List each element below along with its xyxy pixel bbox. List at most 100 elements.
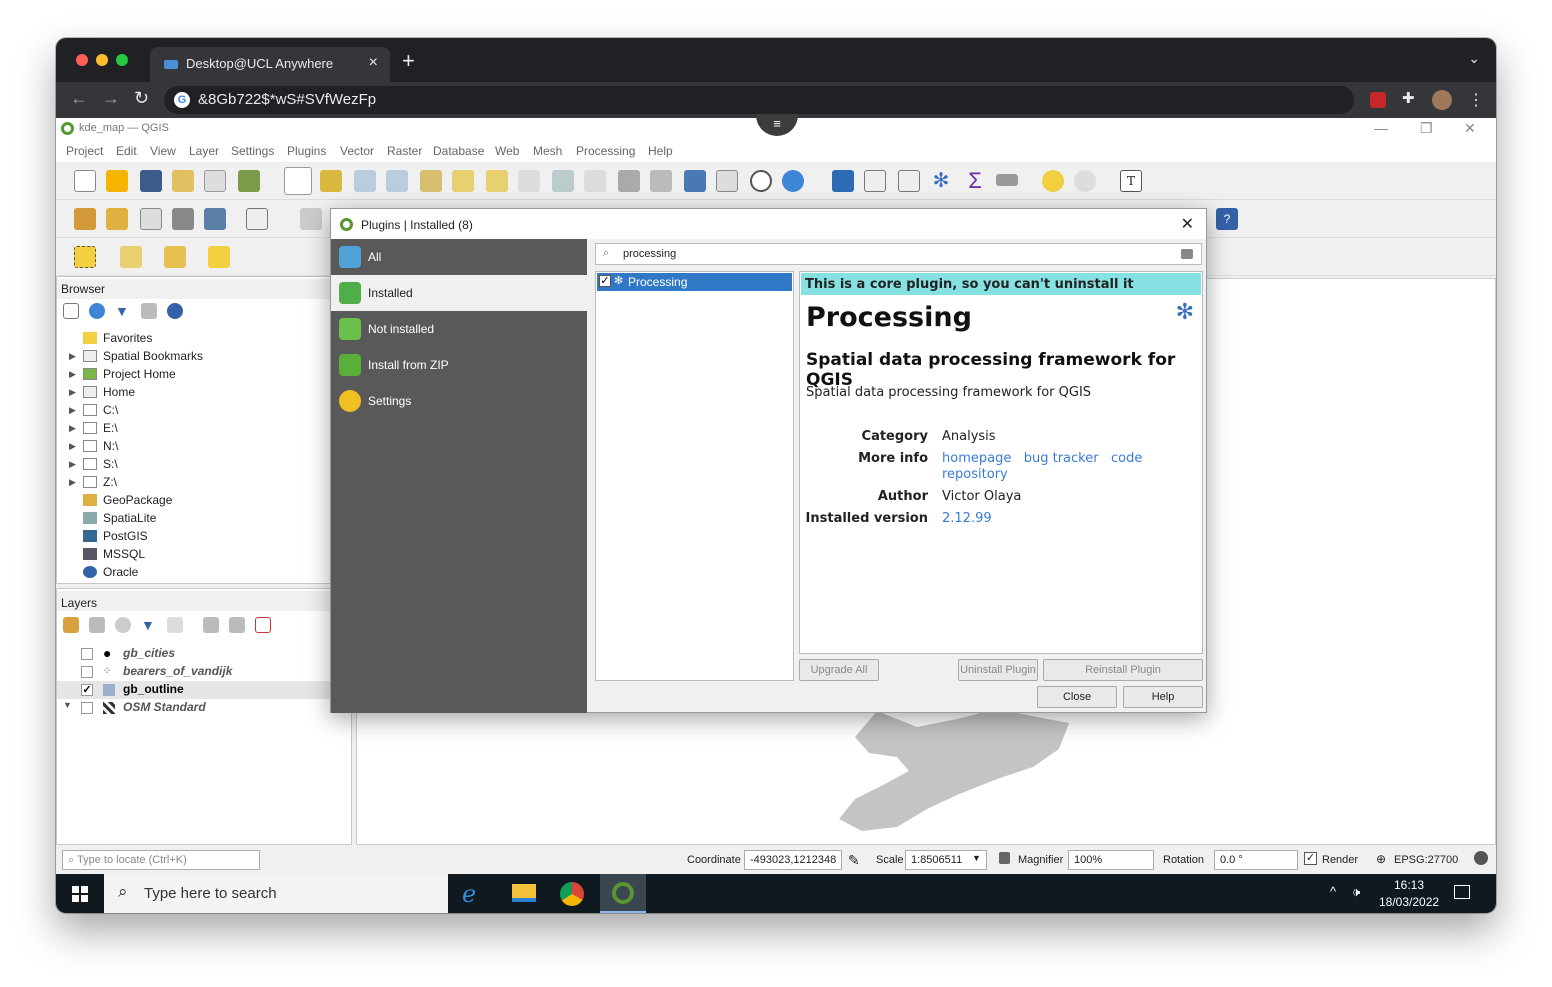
add-group-icon[interactable] (89, 617, 105, 633)
menu-plugins[interactable]: Plugins (287, 144, 326, 158)
qgis-taskbar-button[interactable] (600, 874, 646, 913)
bug-tracker-link[interactable]: bug tracker (1024, 451, 1099, 466)
select-by-location-icon[interactable] (208, 246, 230, 268)
browser-item-z-drive[interactable]: ▶ Z:\ (69, 473, 203, 491)
layer-visibility-checkbox[interactable] (81, 702, 93, 714)
show-hidden-icons-icon[interactable]: ^ (1330, 884, 1336, 899)
back-arrow-icon[interactable]: ← (70, 88, 88, 109)
browser-tab[interactable]: Desktop@UCL Anywhere × (150, 47, 390, 82)
menu-raster[interactable]: Raster (387, 144, 422, 158)
locator-icon[interactable] (1074, 170, 1096, 192)
new-tab-icon[interactable]: + (402, 48, 415, 74)
minimize-icon[interactable]: — (1374, 120, 1388, 136)
reinstall-plugin-button[interactable]: Reinstall Plugin (1043, 659, 1203, 681)
identify-features-icon[interactable] (832, 170, 854, 192)
statistical-summary-icon[interactable]: Σ (964, 170, 986, 192)
manage-visibility-icon[interactable] (115, 617, 131, 633)
browser-item-c-drive[interactable]: ▶ C:\ (69, 401, 203, 419)
address-bar[interactable]: G &8Gb722$*wS#SVfWezFp (164, 86, 1354, 114)
new-print-layout-icon[interactable] (172, 170, 194, 192)
sidebar-item-settings[interactable]: Settings (331, 383, 587, 419)
pan-map-icon[interactable] (284, 167, 312, 195)
new-map-view-icon[interactable] (618, 170, 640, 192)
new-bookmark-icon[interactable] (684, 170, 706, 192)
expand-arrow-icon[interactable]: ▶ (69, 365, 76, 383)
filter-browser-icon[interactable]: ▼ (115, 303, 131, 319)
plugin-list-item-processing[interactable]: ✓ ✻ Processing (597, 273, 792, 291)
open-project-icon[interactable] (106, 170, 128, 192)
menu-mesh[interactable]: Mesh (533, 144, 562, 158)
collapse-arrow-icon[interactable]: ▼ (63, 700, 72, 710)
homepage-link[interactable]: homepage (942, 451, 1011, 466)
expand-arrow-icon[interactable]: ▶ (69, 437, 76, 455)
profile-avatar[interactable] (1432, 90, 1452, 110)
close-window-dot[interactable] (76, 54, 88, 66)
remove-layer-icon[interactable] (255, 617, 271, 633)
reload-icon[interactable]: ↻ (134, 88, 149, 109)
expand-arrow-icon[interactable]: ▶ (69, 419, 76, 437)
zoom-to-selection-icon[interactable] (452, 170, 474, 192)
tab-search-chevron-icon[interactable]: ⌄ (1468, 50, 1480, 67)
zoom-next-icon[interactable] (584, 170, 606, 192)
menu-web[interactable]: Web (495, 144, 519, 158)
layout-manager-icon[interactable] (204, 170, 226, 192)
browser-item-n-drive[interactable]: ▶ N:\ (69, 437, 203, 455)
messages-icon[interactable] (1474, 851, 1488, 865)
render-checkbox[interactable]: ✓ (1304, 852, 1317, 865)
new-geopackage-layer-icon[interactable] (106, 208, 128, 230)
zoom-out-icon[interactable] (386, 170, 408, 192)
internet-explorer-icon[interactable]: e (462, 880, 476, 908)
new-project-icon[interactable] (74, 170, 96, 192)
browser-item-geopackage[interactable]: GeoPackage (83, 491, 203, 509)
digitize-icon[interactable] (300, 208, 322, 230)
chrome-menu-icon[interactable]: ⋮ (1468, 90, 1484, 110)
clear-search-icon[interactable] (1181, 249, 1193, 259)
refresh-icon[interactable] (782, 170, 804, 192)
filter-expression-icon[interactable] (167, 617, 183, 633)
restore-icon[interactable]: ❐ (1420, 120, 1433, 137)
layer-visibility-checkbox[interactable]: ✓ (81, 684, 93, 696)
browser-item-postgis[interactable]: PostGIS (83, 527, 203, 545)
menu-project[interactable]: Project (66, 144, 103, 158)
zoom-to-layer-icon[interactable] (486, 170, 508, 192)
browser-item-project-home[interactable]: ▶ Project Home (69, 365, 203, 383)
windows-start-icon[interactable] (72, 886, 88, 902)
sidebar-item-all[interactable]: All (331, 239, 587, 275)
sidebar-item-installed[interactable]: Installed (331, 275, 587, 311)
browser-item-mssql[interactable]: MSSQL (83, 545, 203, 563)
processing-toolbox-icon[interactable]: ✻ (930, 170, 952, 192)
help-contents-icon[interactable]: ? (1216, 208, 1238, 230)
menu-help[interactable]: Help (648, 144, 673, 158)
file-explorer-icon[interactable] (512, 884, 536, 902)
expand-arrow-icon[interactable]: ▶ (69, 401, 76, 419)
plugin-search-field[interactable]: ⌕ processing (595, 243, 1202, 265)
zoom-last-icon[interactable] (552, 170, 574, 192)
layer-row-gb-cities[interactable]: ● gb_cities (57, 645, 351, 663)
help-button[interactable]: Help (1123, 686, 1203, 708)
measure-line-icon[interactable] (996, 174, 1018, 186)
upgrade-all-button[interactable]: Upgrade All (799, 659, 879, 681)
zoom-in-icon[interactable] (354, 170, 376, 192)
collapse-all-icon[interactable] (141, 303, 157, 319)
select-features-icon[interactable] (74, 246, 96, 268)
zoom-native-icon[interactable] (518, 170, 540, 192)
sidebar-item-not-installed[interactable]: Not installed (331, 311, 587, 347)
toggle-extents-icon[interactable]: ✎ (848, 852, 860, 869)
browser-item-e-drive[interactable]: ▶ E:\ (69, 419, 203, 437)
locator-search-input[interactable]: ⌕ Type to locate (Ctrl+K) (62, 850, 260, 870)
menu-database[interactable]: Database (433, 144, 484, 158)
temporal-controller-icon[interactable] (750, 170, 772, 192)
menu-layer[interactable]: Layer (189, 144, 219, 158)
browser-item-oracle[interactable]: Oracle (83, 563, 203, 581)
menu-edit[interactable]: Edit (116, 144, 137, 158)
scale-dropdown-icon[interactable]: ▼ (972, 853, 981, 863)
browser-item-favorites[interactable]: Favorites (83, 329, 203, 347)
expand-arrow-icon[interactable]: ▶ (69, 455, 76, 473)
menu-processing[interactable]: Processing (576, 144, 635, 158)
expand-arrow-icon[interactable]: ▶ (69, 347, 76, 365)
attribute-table-icon[interactable] (864, 170, 886, 192)
puzzle-icon[interactable]: ✚ (1402, 89, 1418, 107)
close-button[interactable]: Close (1037, 686, 1117, 708)
menu-settings[interactable]: Settings (231, 144, 274, 158)
rotation-field[interactable]: 0.0 ° (1214, 850, 1298, 870)
